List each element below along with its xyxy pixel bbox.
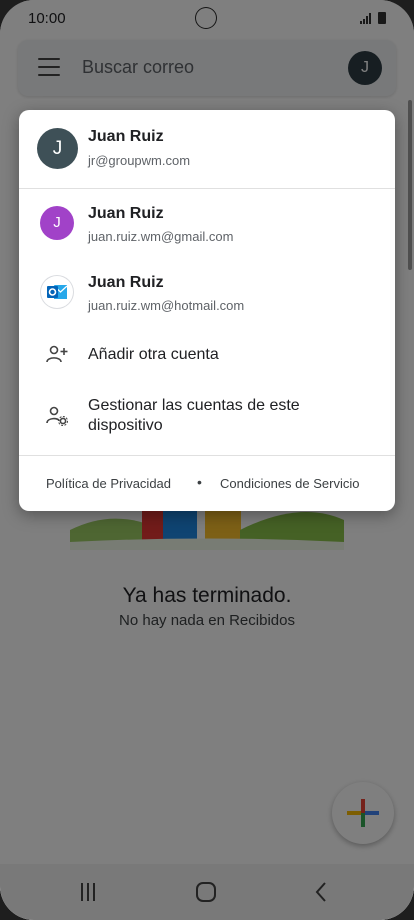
add-account-item[interactable]: Añadir otra cuenta (19, 332, 395, 378)
footer-separator: • (197, 474, 202, 490)
account-item-gmail[interactable]: J Juan Ruiz juan.ruiz.wm@gmail.com (19, 196, 395, 256)
account-switcher-menu: J Juan Ruiz jr@groupwm.com J Juan Ruiz j… (19, 110, 395, 511)
add-person-icon (46, 345, 68, 363)
gmail-account-name: Juan Ruiz (88, 205, 164, 222)
current-account-email: jr@groupwm.com (88, 153, 191, 168)
phone-screen: 10:00 Buscar correo J Ya has terminado. … (0, 0, 414, 920)
manage-accounts-label: Gestionar las cuentas de este dispositiv… (88, 397, 300, 434)
add-account-label: Añadir otra cuenta (88, 346, 219, 363)
gmail-account-email: juan.ruiz.wm@gmail.com (88, 229, 234, 244)
outlook-icon (40, 275, 74, 309)
divider (19, 455, 395, 456)
outlook-account-name: Juan Ruiz (88, 274, 164, 291)
manage-accounts-icon (46, 406, 68, 426)
scrollbar[interactable] (408, 100, 412, 270)
terms-of-service-link[interactable]: Condiciones de Servicio (220, 476, 359, 491)
gmail-account-avatar: J (40, 206, 74, 240)
privacy-policy-link[interactable]: Política de Privacidad (46, 476, 171, 491)
current-account-name: Juan Ruiz (88, 128, 164, 145)
current-account: J Juan Ruiz jr@groupwm.com (19, 110, 395, 188)
outlook-account-email: juan.ruiz.wm@hotmail.com (88, 298, 245, 313)
current-account-avatar: J (37, 128, 78, 169)
divider (19, 188, 395, 189)
account-item-outlook[interactable]: Juan Ruiz juan.ruiz.wm@hotmail.com (19, 266, 395, 326)
manage-accounts-item[interactable]: Gestionar las cuentas de este dispositiv… (19, 386, 395, 446)
menu-footer: Política de Privacidad • Condiciones de … (19, 464, 395, 504)
